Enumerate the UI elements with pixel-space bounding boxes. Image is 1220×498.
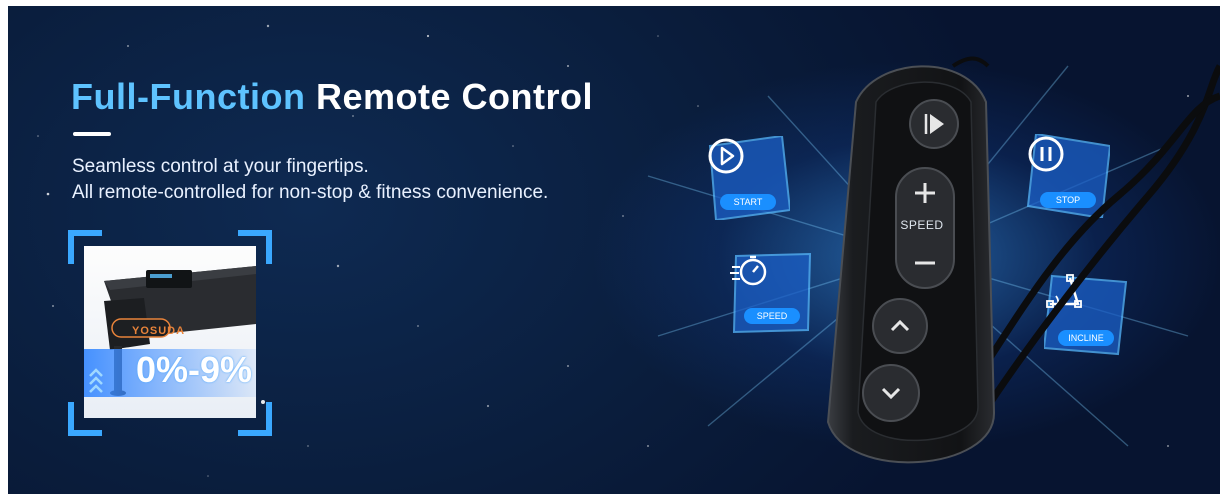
treadmill-image: YOSUDA 0%-9% [84,246,256,418]
incline-up-button[interactable] [870,296,930,356]
speed-down-button[interactable] [904,242,946,284]
incline-thumbnail: YOSUDA 0%-9% [68,230,272,436]
headline: Full-Function Remote Control [71,76,593,118]
headline-rest: Remote Control [315,76,593,117]
card-label-speed: SPEED [744,308,800,324]
speed-up-button[interactable] [904,172,946,214]
speed-label: SPEED [900,218,944,232]
stopwatch-icon [730,255,767,286]
play-circle-icon [708,138,744,174]
feature-card-start: START [706,136,790,220]
headline-accent: Full-Function [71,76,306,117]
brand-logo-text: YOSUDA [132,325,186,337]
subtitle-line-1: Seamless control at your fingertips. [72,156,369,177]
title-underline [73,132,111,136]
play-pause-button[interactable] [908,98,960,150]
incline-down-button[interactable] [860,362,922,424]
product-banner: Full-Function Remote Control Seamless co… [8,6,1220,494]
subtitle-line-2: All remote-controlled for non-stop & fit… [72,182,549,203]
incline-range: 0%-9% [136,349,253,390]
card-label-start: START [720,194,776,210]
feature-card-speed: SPEED [730,250,814,334]
